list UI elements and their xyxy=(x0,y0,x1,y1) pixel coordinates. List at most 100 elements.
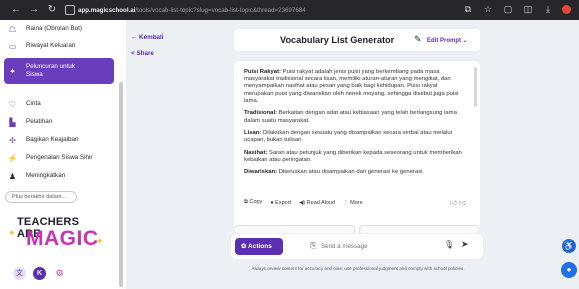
share-link[interactable]: < Share xyxy=(131,50,154,57)
vocab-definition: Diteruskan atau disampaikan dari generas… xyxy=(277,169,425,176)
back-link[interactable]: ← Kembali xyxy=(131,34,164,41)
follow-up-cards xyxy=(234,225,480,233)
star-icon[interactable]: ☆ xyxy=(482,3,494,16)
page-title: Vocabulary List Generator xyxy=(280,35,395,45)
sidebar-item-student-launch[interactable]: ✦ Peluncuran untuk Siswa xyxy=(4,58,114,84)
teachers-are-magic-logo: ✦ TEACHERS ARE MAGIC ✦ xyxy=(4,216,104,256)
language-icon[interactable]: 文 xyxy=(13,267,26,280)
site-info-icon[interactable] xyxy=(65,5,75,15)
sidebar-item-upgrade[interactable]: ♟ Meningkatkan xyxy=(0,170,116,182)
vocab-entry: Puisi Rakyat: Puisi rakyat adalah jenis … xyxy=(244,69,466,105)
copy-icon: ⧉ xyxy=(244,199,248,205)
download-icon[interactable]: ⤓ xyxy=(542,3,554,16)
sidebar-item-label: Raina (Obrolan Bot) xyxy=(26,25,82,32)
settings-gear-icon[interactable]: ⚙ xyxy=(53,267,66,280)
vocab-definition: Dilakukan dengan sesuatu yang disampaika… xyxy=(244,130,452,144)
sidebar-item-label: Meningkatkan xyxy=(26,172,66,179)
logo-line2: MAGIC xyxy=(26,227,99,250)
attach-icon[interactable]: ⎘ xyxy=(310,241,316,251)
back-label: Kembali xyxy=(139,34,164,41)
edit-prompt-button[interactable]: Edit Prompt ⌄ xyxy=(427,37,468,44)
message-input[interactable] xyxy=(321,241,441,252)
vocab-term: Nasihat: xyxy=(244,149,268,156)
vocabulary-list: Puisi Rakyat: Puisi rakyat adalah jenis … xyxy=(244,69,466,182)
chat-support-icon[interactable]: ● xyxy=(561,262,577,278)
sidebar-item-raina[interactable]: ☖ Raina (Obrolan Bot) xyxy=(0,23,116,35)
forward-arrow-icon[interactable]: → xyxy=(27,3,41,17)
thumbs-down-icon[interactable]: 👎︎ xyxy=(459,200,466,207)
feedback: 👍︎ 👎︎ xyxy=(450,198,466,207)
sidebar-item-love[interactable]: ♡ Cinta xyxy=(0,98,116,110)
vocab-entry: Tradisional: Berkaitan dengan adat atau … xyxy=(244,110,466,124)
sidebar-item-label: Bagikan Keajaiban xyxy=(26,136,79,143)
sparkle-icon: ✦ xyxy=(96,236,104,246)
browser-toolbar: ← → ↻ app.magicschool.ai/tools/vocab-lis… xyxy=(0,0,579,20)
wand-icon: ⚡ xyxy=(7,153,18,163)
sidebar-item-label: Cinta xyxy=(26,100,41,107)
copy-button[interactable]: ⧉ Copy xyxy=(244,199,262,206)
vocab-entry: Nasihat: Saran atau petunjuk yang diberi… xyxy=(244,150,466,164)
sparkle-icon: ✦ xyxy=(8,228,16,238)
vocab-term: Tradisional: xyxy=(244,110,278,117)
send-icon[interactable]: ➤ xyxy=(461,239,469,250)
vocab-term: Diwariskan: xyxy=(244,169,278,176)
actions-label: Actions xyxy=(248,243,272,250)
speaker-icon: ◀) xyxy=(299,199,306,206)
user-avatar[interactable]: K xyxy=(33,267,46,280)
pencil-icon: ✎ xyxy=(414,34,422,44)
extensions-icon[interactable]: ▢ xyxy=(502,3,514,16)
message-composer: ✿ Actions ⎘ 🎙︎ ➤ xyxy=(231,234,483,259)
output-card: Puisi Rakyat: Puisi rakyat adalah jenis … xyxy=(234,61,480,233)
more-icon: ⋮ xyxy=(343,199,349,206)
sidebar-item-label: Riwayat Keluaran xyxy=(26,42,76,49)
training-icon: ▙ xyxy=(9,117,16,127)
share-label: Share xyxy=(136,50,154,57)
address-bar[interactable]: app.magicschool.ai/tools/vocab-list-topi… xyxy=(78,7,418,14)
heart-icon: ♡ xyxy=(8,99,17,109)
disclaimer-text: Always review content for accuracy and b… xyxy=(251,266,465,271)
sidebar-item-magic-student[interactable]: ⚡ Pengenalan Siswa Sihir xyxy=(0,152,116,164)
upgrade-icon: ♟ xyxy=(8,171,17,181)
vocab-term: Puisi Rakyat: xyxy=(244,69,281,75)
sidebar-panel-icon[interactable]: ◫ xyxy=(522,3,534,16)
reload-icon[interactable]: ↻ xyxy=(45,3,59,17)
sidebar-item-label: Pengenalan Siswa Sihir xyxy=(26,154,93,161)
accessibility-icon[interactable]: ♿ xyxy=(562,239,576,253)
history-icon: ▭ xyxy=(8,41,17,51)
sidebar-item-training[interactable]: ▙ Pelatihan xyxy=(0,116,116,128)
vocab-entry: Diwariskan: Diteruskan atau disampaikan … xyxy=(244,169,466,176)
translate-icon[interactable]: ⧉ xyxy=(462,3,474,16)
vocab-definition: Saran atau petunjuk yang diberikan kepad… xyxy=(244,149,462,163)
actions-button[interactable]: ✿ Actions xyxy=(235,238,283,255)
thumbs-up-icon[interactable]: 👍︎ xyxy=(450,200,457,207)
tool-header: Vocabulary List Generator ✎ Edit Prompt … xyxy=(234,29,480,51)
vocab-term: Lisan: xyxy=(244,130,262,137)
rocket-icon: ✦ xyxy=(9,66,16,76)
profile-avatar[interactable] xyxy=(562,5,571,14)
sidebar: ☖ Raina (Obrolan Bot) ▭ Riwayat Keluaran… xyxy=(0,20,126,289)
robot-icon: ☖ xyxy=(8,24,17,34)
read-aloud-label: Read Aloud xyxy=(306,199,336,206)
card-scrollbar[interactable] xyxy=(474,67,477,107)
sidebar-item-label: Peluncuran untuk Siswa xyxy=(26,63,76,78)
read-aloud-button[interactable]: ◀) Read Aloud xyxy=(299,200,335,206)
follow-up-card[interactable] xyxy=(359,225,480,233)
main-content: ← Kembali < Share Vocabulary List Genera… xyxy=(126,20,579,289)
export-icon: ● xyxy=(270,199,274,206)
sidebar-item-share-magic[interactable]: ✣ Bagikan Keajaiban xyxy=(0,134,116,146)
url-host: app.magicschool.ai xyxy=(78,6,136,14)
vocab-entry: Lisan: Dilakukan dengan sesuatu yang dis… xyxy=(244,130,466,144)
sidebar-item-output-history[interactable]: ▭ Riwayat Keluaran xyxy=(0,40,116,52)
sidebar-scrollbar[interactable] xyxy=(119,82,123,287)
url-path: /tools/vocab-list-topic?slug=vocab-list-… xyxy=(135,6,306,14)
export-button[interactable]: ● Export xyxy=(270,200,291,206)
sidebar-item-label: Pelatihan xyxy=(26,118,53,125)
back-arrow-icon[interactable]: ← xyxy=(9,3,23,17)
edit-prompt-label: Edit Prompt xyxy=(427,38,461,44)
microphone-icon[interactable]: 🎙︎ xyxy=(444,240,454,249)
more-button[interactable]: ⋮ More xyxy=(343,200,363,206)
follow-up-card[interactable] xyxy=(234,225,355,233)
more-label: More xyxy=(350,199,363,206)
export-label: Export xyxy=(275,199,292,206)
plus-expiry-button[interactable]: Plus berakhir dalam... xyxy=(5,191,77,203)
